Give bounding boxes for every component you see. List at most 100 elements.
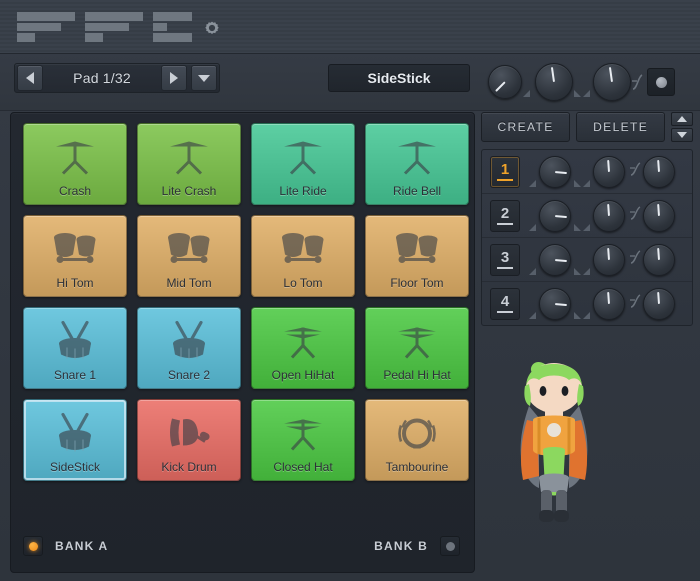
layer-curve-icon	[629, 292, 641, 312]
plugin-header	[0, 0, 700, 54]
pitch-knob[interactable]	[593, 63, 631, 101]
pad-snare-1[interactable]: Snare 1	[23, 307, 127, 389]
layer-pan-knob-4[interactable]	[539, 287, 571, 320]
pad-selector[interactable]: Pad 1/32	[14, 63, 220, 93]
layer-pitch-knob-4[interactable]	[643, 287, 675, 320]
fpc-plugin-window: Pad 1/32 SideStick Crash Lite Crash Lite…	[0, 0, 700, 581]
tom-icon	[277, 229, 329, 274]
layer-pitch-knob-1[interactable]	[643, 155, 675, 188]
volume-marker-right-icon	[583, 90, 590, 97]
pad-label: Ride Bell	[392, 184, 442, 198]
spinner-up-button[interactable]	[671, 112, 693, 126]
hihat-icon	[280, 412, 326, 459]
plugin-toolbar: Pad 1/32 SideStick	[0, 54, 700, 111]
pad-hi-tom[interactable]: Hi Tom	[23, 215, 127, 297]
triangle-right-icon	[170, 72, 178, 84]
layer-number-label: 3	[500, 249, 510, 266]
pad-label: Lite Crash	[161, 184, 217, 198]
layer-volume-knob-1[interactable]	[593, 155, 625, 188]
layer-spinner[interactable]	[671, 112, 693, 142]
pad-pedal-hi-hat[interactable]: Pedal Hi Hat	[365, 307, 469, 389]
bank-b-led[interactable]	[440, 536, 460, 556]
pad-crash[interactable]: Crash	[23, 123, 127, 205]
layer-pitch-knob-3[interactable]	[643, 243, 675, 276]
snare-icon	[164, 319, 214, 368]
layer-row-1[interactable]: 1	[482, 150, 692, 194]
pad-area: Crash Lite Crash Lite Ride Ride Bell Hi …	[10, 112, 475, 573]
pad-lite-crash[interactable]: Lite Crash	[137, 123, 241, 205]
layer-number-button-3[interactable]: 3	[490, 243, 520, 276]
volume-marker-left-icon	[574, 90, 581, 97]
pad-sidestick[interactable]: SideStick	[23, 399, 127, 481]
gear-icon[interactable]	[202, 18, 222, 38]
layer-number-button-4[interactable]: 4	[490, 287, 520, 320]
layer-panel: CREATE DELETE 1 2 3 4	[481, 112, 693, 571]
cymbal-icon	[52, 136, 98, 183]
pad-open-hihat[interactable]: Open HiHat	[251, 307, 355, 389]
layer-curve-icon	[629, 248, 641, 268]
layer-vol-marker-right-icon	[583, 312, 590, 319]
layer-pan-knob-3[interactable]	[539, 243, 571, 276]
hihat-icon	[394, 320, 440, 367]
pad-closed-hat[interactable]: Closed Hat	[251, 399, 355, 481]
pad-label: Lo Tom	[283, 276, 323, 290]
layer-pan-marker-icon	[529, 312, 536, 319]
delete-button[interactable]: DELETE	[576, 112, 666, 142]
mascot-reflection	[541, 544, 567, 571]
pad-label: Snare 2	[167, 368, 211, 382]
layer-vol-marker-right-icon	[583, 268, 590, 275]
layer-vol-marker-left-icon	[574, 224, 581, 231]
fl-studio-mascot	[520, 362, 588, 522]
cymbal-icon	[280, 136, 326, 183]
pad-kick-drum[interactable]: Kick Drum	[137, 399, 241, 481]
layer-volume-knob-4[interactable]	[593, 287, 625, 320]
bank-a-label: BANK A	[55, 539, 109, 553]
pad-name-field[interactable]: SideStick	[328, 64, 470, 92]
layer-number-button-2[interactable]: 2	[490, 199, 520, 232]
bank-a-led[interactable]	[23, 536, 43, 556]
pad-mid-tom[interactable]: Mid Tom	[137, 215, 241, 297]
header-knob-group	[486, 58, 692, 106]
layer-number-button-1[interactable]: 1	[490, 155, 520, 188]
pad-floor-tom[interactable]: Floor Tom	[365, 215, 469, 297]
pad-label: SideStick	[49, 460, 101, 474]
pan-knob[interactable]	[488, 65, 522, 99]
spinner-down-button[interactable]	[671, 128, 693, 142]
pad-label: Closed Hat	[273, 460, 333, 474]
layer-number-label: 4	[500, 293, 510, 310]
layer-volume-knob-2[interactable]	[593, 199, 625, 232]
pad-ride-bell[interactable]: Ride Bell	[365, 123, 469, 205]
pad-mute-button[interactable]	[647, 68, 675, 96]
layer-number-label: 2	[500, 205, 510, 222]
layer-volume-knob-3[interactable]	[593, 243, 625, 276]
pad-lite-ride[interactable]: Lite Ride	[251, 123, 355, 205]
pad-lo-tom[interactable]: Lo Tom	[251, 215, 355, 297]
triangle-down-icon	[677, 132, 688, 138]
layer-pitch-knob-2[interactable]	[643, 199, 675, 232]
layer-row-2[interactable]: 2	[482, 194, 692, 238]
pad-snare-2[interactable]: Snare 2	[137, 307, 241, 389]
cymbal-icon	[166, 136, 212, 183]
layer-pan-marker-icon	[529, 224, 536, 231]
layer-pan-knob-2[interactable]	[539, 199, 571, 232]
volume-knob[interactable]	[535, 63, 573, 101]
chevron-down-icon	[198, 74, 210, 82]
led-circle-icon	[655, 76, 667, 88]
layer-row-4[interactable]: 4	[482, 282, 692, 325]
pad-label: Lite Ride	[279, 184, 327, 198]
snare-icon	[50, 319, 100, 368]
pad-label: Mid Tom	[166, 276, 212, 290]
fpc-logo	[17, 10, 192, 43]
pad-label: Open HiHat	[271, 368, 335, 382]
pad-name-value: SideStick	[367, 70, 431, 86]
tom-icon	[163, 229, 215, 274]
pad-next-button[interactable]	[161, 65, 187, 91]
pad-tambourine[interactable]: Tambourine	[365, 399, 469, 481]
pad-dropdown-button[interactable]	[191, 65, 217, 91]
layer-pan-knob-1[interactable]	[539, 155, 571, 188]
create-button[interactable]: CREATE	[481, 112, 571, 142]
snare-icon	[50, 411, 100, 460]
layer-vol-marker-left-icon	[574, 180, 581, 187]
pad-prev-button[interactable]	[17, 65, 43, 91]
layer-row-3[interactable]: 3	[482, 238, 692, 282]
